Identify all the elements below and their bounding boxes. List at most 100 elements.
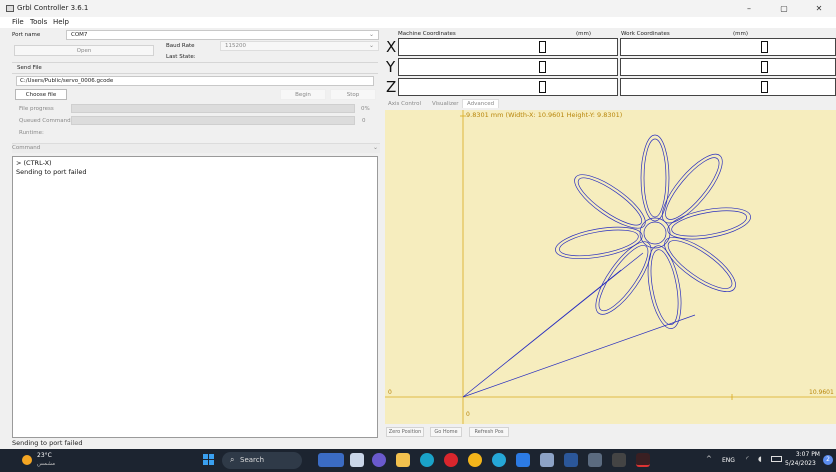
tab-advanced[interactable]: Advanced: [462, 99, 500, 108]
title-bar: [0, 0, 836, 17]
chat-icon[interactable]: [372, 453, 386, 467]
baud-rate-select[interactable]: 115200 ⌄: [220, 41, 379, 51]
divider: [12, 73, 378, 74]
choose-file-button[interactable]: Choose file: [15, 89, 67, 100]
work-coordinates-label: Work Coordinates: [621, 31, 670, 37]
divider: [12, 62, 378, 63]
chrome-icon[interactable]: [468, 453, 482, 467]
search-label: Search: [240, 456, 265, 464]
work-y-digit: [761, 61, 768, 73]
menu-bar: [0, 17, 836, 28]
console-line: > (CTRL-X): [16, 159, 52, 167]
grbl-controller-icon[interactable]: [636, 453, 650, 467]
clock-date[interactable]: 5/24/2023: [785, 460, 816, 467]
console-output[interactable]: > (CTRL-X) Sending to port failed: [12, 156, 378, 438]
machine-x-display: [398, 38, 618, 56]
toolpath-plot: [385, 110, 836, 424]
taskbar-search[interactable]: ⌕ Search: [222, 452, 302, 469]
minimize-button[interactable]: –: [736, 2, 762, 15]
file-explorer-icon[interactable]: [396, 453, 410, 467]
news-widget-icon[interactable]: [318, 453, 344, 467]
vscode-icon[interactable]: [516, 453, 530, 467]
work-z-display: [620, 78, 836, 96]
weather-text: مشمس: [37, 461, 56, 467]
open-button[interactable]: Open: [14, 45, 154, 56]
command-label: Command: [12, 145, 41, 151]
app-icon-shape[interactable]: [588, 453, 602, 467]
chevron-down-icon[interactable]: ⌄: [373, 144, 378, 151]
go-home-button[interactable]: Go Home: [430, 427, 462, 437]
volume-icon[interactable]: ◖: [758, 455, 762, 463]
clock-time[interactable]: 3:07 PM: [790, 451, 820, 458]
tab-axis-control[interactable]: Axis Control: [388, 101, 421, 107]
work-y-display: [620, 58, 836, 76]
weather-temp[interactable]: 23°C: [37, 452, 52, 459]
toolpath: [462, 134, 751, 398]
console-line: Sending to port failed: [16, 168, 87, 176]
notification-badge[interactable]: 2: [823, 455, 833, 465]
language-indicator[interactable]: ENG: [722, 457, 735, 464]
visualizer-dimension-text: 9.8301 mm (Width-X: 10.9601 Height-Y: 9.…: [466, 111, 623, 119]
chevron-up-icon[interactable]: ^: [706, 455, 712, 463]
machine-coordinates-label: Machine Coordinates: [398, 31, 456, 37]
tab-visualizer[interactable]: Visualizer: [432, 101, 458, 107]
machine-y-digit: [539, 61, 546, 73]
task-view-icon[interactable]: [350, 453, 364, 467]
refresh-pos-button[interactable]: Refresh Pos: [469, 427, 509, 437]
app-icon-window[interactable]: [540, 453, 554, 467]
window-title: Grbl Controller 3.6.1: [17, 4, 89, 12]
menu-file[interactable]: File: [12, 18, 24, 26]
opera-icon[interactable]: [444, 453, 458, 467]
word-icon[interactable]: [564, 453, 578, 467]
axis-label-x: X: [386, 38, 397, 56]
windows-start-icon[interactable]: [203, 454, 215, 466]
app-icon: [6, 5, 14, 12]
chevron-down-icon: ⌄: [368, 31, 374, 38]
axis-label-z: Z: [386, 78, 397, 96]
edge-icon[interactable]: [420, 453, 434, 467]
close-button[interactable]: ✕: [806, 2, 832, 15]
work-x-digit: [761, 41, 768, 53]
machine-z-display: [398, 78, 618, 96]
machine-x-digit: [539, 41, 546, 53]
port-select[interactable]: COM7 ⌄: [66, 30, 379, 40]
port-value: COM7: [71, 32, 88, 38]
zero-position-button[interactable]: Zero Position: [386, 427, 424, 437]
command-header: Command ⌄: [12, 143, 380, 153]
x-min-label: 0: [388, 389, 392, 396]
battery-icon[interactable]: [771, 456, 782, 462]
status-bar: Sending to port failed: [0, 438, 836, 449]
machine-y-display: [398, 58, 618, 76]
visualizer-canvas[interactable]: 9.8301 mm (Width-X: 10.9601 Height-Y: 9.…: [385, 110, 836, 424]
work-z-digit: [761, 81, 768, 93]
y-min-label: 0: [466, 411, 470, 418]
weather-sun-icon[interactable]: [22, 455, 32, 465]
file-progress-label: File progress: [19, 106, 54, 112]
x-max-label: 10.9601: [809, 389, 834, 396]
queued-commands-value: 0: [362, 118, 366, 124]
machine-unit-label: (mm): [576, 31, 592, 37]
file-progress-value: 0%: [361, 106, 370, 112]
work-unit-label: (mm): [733, 31, 749, 37]
baud-rate-value: 115200: [225, 43, 246, 49]
machine-z-digit: [539, 81, 546, 93]
port-name-label: Port name: [12, 32, 41, 38]
begin-button[interactable]: Begin: [280, 89, 326, 100]
stop-button[interactable]: Stop: [330, 89, 376, 100]
file-path-field[interactable]: C:/Users/Public/servo_0006.gcode: [16, 76, 374, 86]
status-text: Sending to port failed: [12, 439, 83, 447]
menu-tools[interactable]: Tools: [30, 18, 47, 26]
menu-help[interactable]: Help: [53, 18, 69, 26]
queued-commands-label: Queued Commands: [19, 118, 74, 124]
queued-commands-bar: [71, 116, 355, 125]
runtime-label: Runtime:: [19, 130, 44, 136]
search-icon: ⌕: [230, 455, 235, 464]
last-state-label: Last State:: [166, 54, 196, 60]
send-file-label: Send File: [17, 65, 42, 71]
ugs-icon[interactable]: [612, 453, 626, 467]
file-path-value: C:/Users/Public/servo_0006.gcode: [20, 78, 114, 84]
file-progress-bar: [71, 104, 355, 113]
wifi-icon[interactable]: ◜: [746, 455, 749, 463]
maximize-button[interactable]: ▢: [771, 2, 797, 15]
app-icon-circle[interactable]: [492, 453, 506, 467]
